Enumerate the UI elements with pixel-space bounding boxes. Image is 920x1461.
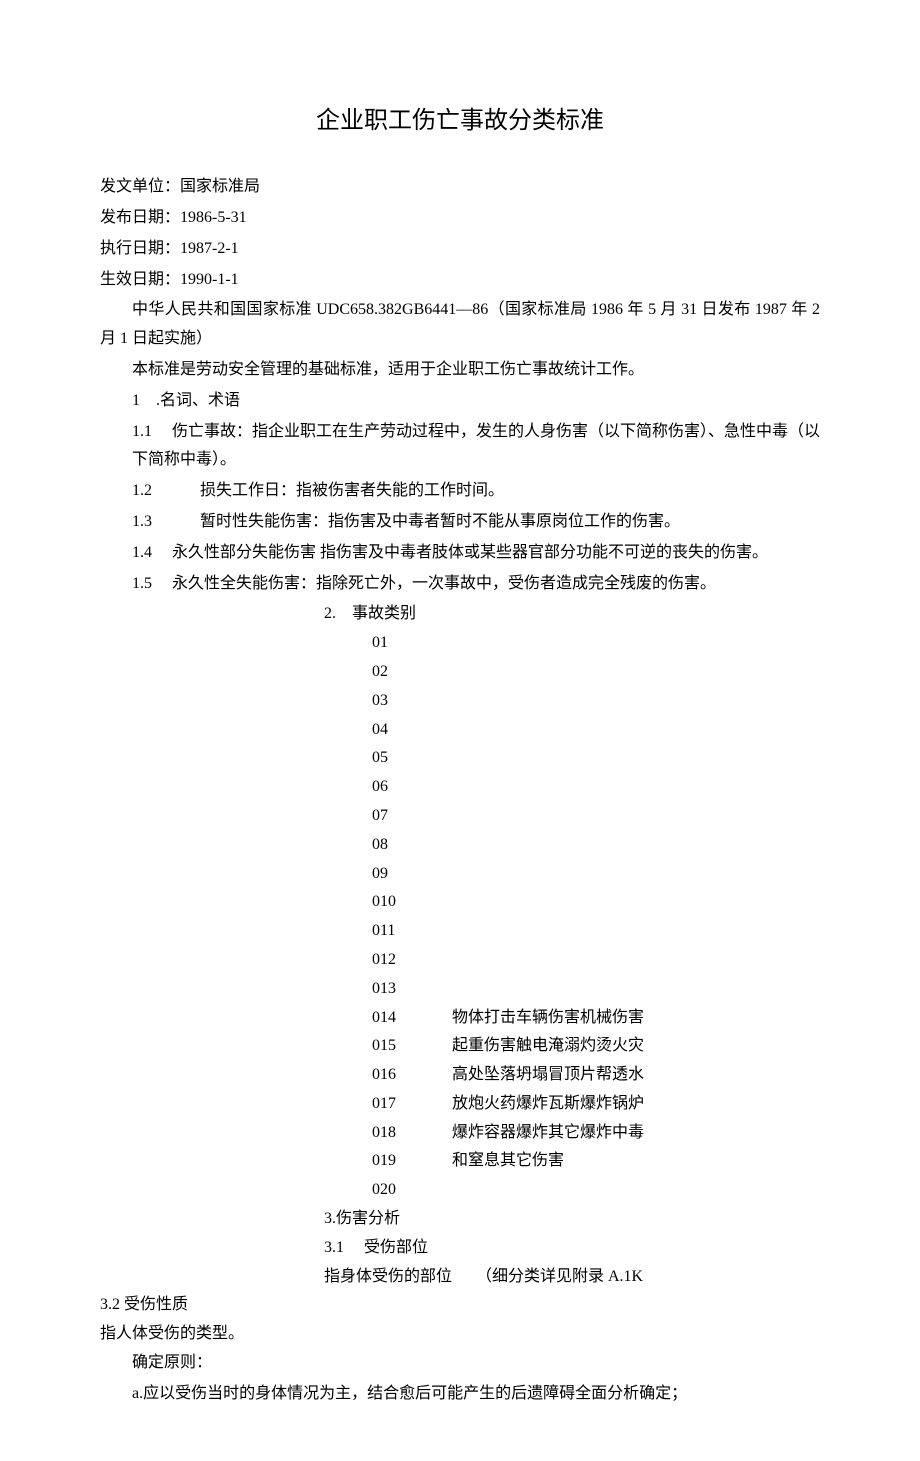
document-title: 企业职工伤亡事故分类标准 [100,100,820,143]
intro-paragraph-1: 中华人民共和国国家标准 UDC658.382GB6441—86（国家标准局 19… [100,296,820,354]
cat-row-04: 04 [324,716,820,745]
section-3-header: 3.伤害分析 [324,1205,820,1234]
cat-row-02: 02 [324,658,820,687]
issuer-value: 国家标准局 [180,178,260,195]
issuer-line: 发文单位：国家标准局 [100,173,820,202]
principle-label: 确定原则： [100,1349,820,1378]
category-two-column: 014 015 016 017 018 019 020 物体打击车辆伤害机械伤害… [324,1004,820,1206]
cat-row-016: 016 [372,1061,452,1090]
publish-label: 发布日期： [100,209,180,226]
cat-row-01: 01 [324,629,820,658]
section-3-2: 3.2 受伤性质 [100,1291,820,1320]
section-3-1: 3.1 受伤部位 [324,1234,820,1263]
exec-date-line: 执行日期：1987-2-1 [100,235,820,264]
term-1-3: 1.3 暂时性失能伤害：指伤害及中毒者暂时不能从事原岗位工作的伤害。 [100,508,820,537]
section-2-header: 2. 事故类别 [324,600,820,629]
cat-row-06: 06 [324,773,820,802]
effective-value: 1990-1-1 [180,271,239,288]
cat-row-017: 017 [372,1090,452,1119]
cat-row-013: 013 [324,975,820,1004]
exec-label: 执行日期： [100,240,180,257]
principle-a: a.应以受伤当时的身体情况为主，结合愈后可能产生的后遗障碍全面分析确定； [100,1380,820,1409]
cat-row-09: 09 [324,860,820,889]
section-3-block: 3.伤害分析 3.1 受伤部位 指身体受伤的部位 （细分类详见附录 A.1K [324,1205,820,1291]
cat-row-015: 015 [372,1032,452,1061]
cat-row-011: 011 [324,917,820,946]
category-description: 物体打击车辆伤害机械伤害起重伤害触电淹溺灼烫火灾高处坠落坍塌冒顶片帮透水放炮火药… [452,1004,644,1177]
cat-row-05: 05 [324,744,820,773]
category-number-column: 014 015 016 017 018 019 020 [324,1004,452,1206]
cat-row-08: 08 [324,831,820,860]
publish-date-line: 发布日期：1986-5-31 [100,204,820,233]
term-1-2: 1.2 损失工作日：指被伤害者失能的工作时间。 [100,477,820,506]
cat-row-018: 018 [372,1119,452,1148]
effective-date-line: 生效日期：1990-1-1 [100,266,820,295]
cat-row-012: 012 [324,946,820,975]
cat-row-014: 014 [372,1004,452,1033]
section-1-header: 1 .名词、术语 [100,387,820,416]
term-1-1: 1.1 伤亡事故：指企业职工在生产劳动过程中，发生的人身伤害（以下简称伤害）、急… [100,418,820,476]
cat-row-010: 010 [324,888,820,917]
intro-paragraph-2: 本标准是劳动安全管理的基础标准，适用于企业职工伤亡事故统计工作。 [100,356,820,385]
cat-row-019: 019 [372,1147,452,1176]
section-3-1-text: 指身体受伤的部位 （细分类详见附录 A.1K [324,1263,820,1292]
exec-value: 1987-2-1 [180,240,239,257]
cat-row-03: 03 [324,687,820,716]
cat-row-020: 020 [372,1176,452,1205]
section-3-2-text: 指人体受伤的类型。 [100,1320,820,1349]
effective-label: 生效日期： [100,271,180,288]
publish-value: 1986-5-31 [180,209,247,226]
issuer-label: 发文单位： [100,178,180,195]
cat-row-07: 07 [324,802,820,831]
section-2-block: 2. 事故类别 01 02 03 04 05 06 07 08 09 010 0… [324,600,820,1205]
term-1-5: 1.5 永久性全失能伤害：指除死亡外，一次事故中，受伤者造成完全残废的伤害。 [100,570,820,599]
term-1-4: 1.4 永久性部分失能伤害 指伤害及中毒者肢体或某些器官部分功能不可逆的丧失的伤… [100,539,820,568]
